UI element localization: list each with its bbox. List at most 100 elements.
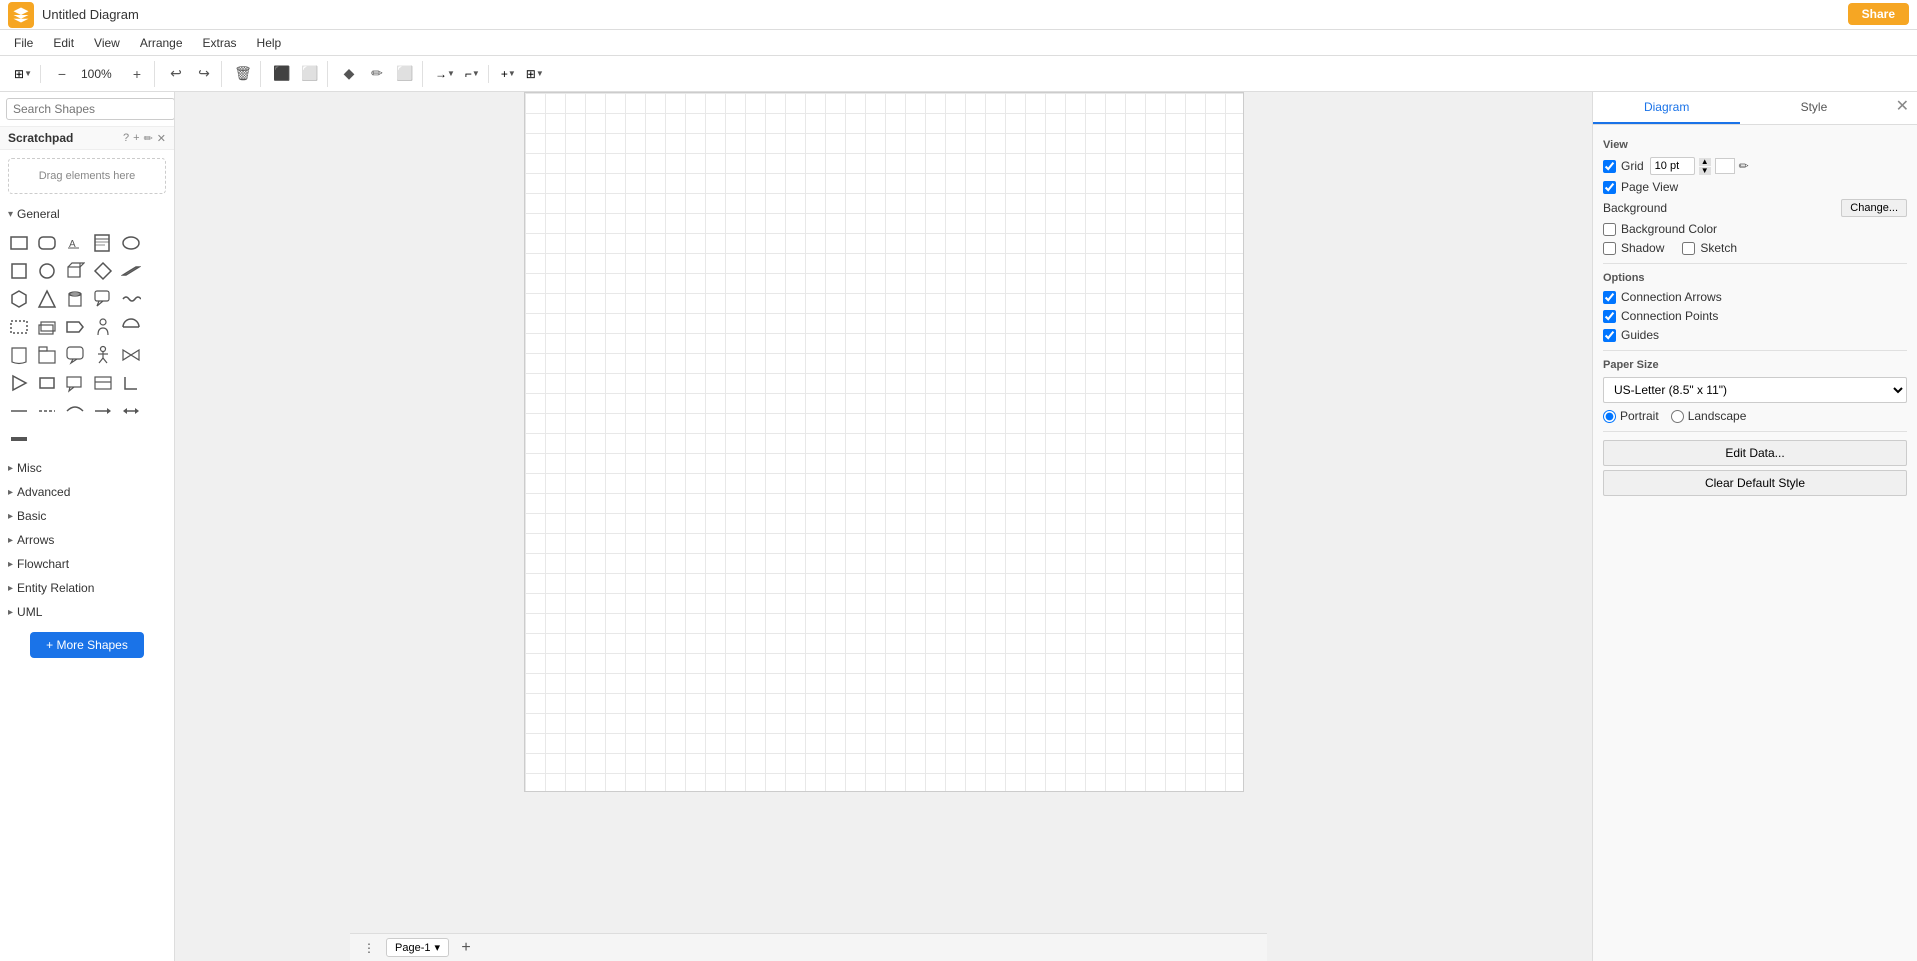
- connection-style-btn[interactable]: → ▼: [431, 65, 459, 83]
- tab-diagram[interactable]: Diagram: [1593, 92, 1740, 124]
- section-advanced[interactable]: ▸ Advanced: [0, 480, 174, 504]
- shape-text[interactable]: A: [62, 230, 88, 256]
- menu-extras[interactable]: Extras: [193, 34, 247, 52]
- waypoint-style-btn[interactable]: ⌐ ▼: [461, 65, 484, 83]
- portrait-radio[interactable]: [1603, 410, 1616, 423]
- fill-color-btn[interactable]: ◆: [336, 61, 362, 87]
- search-input[interactable]: [6, 98, 175, 120]
- shape-wave[interactable]: [118, 286, 144, 312]
- page-view-checkbox[interactable]: [1603, 181, 1616, 194]
- menu-file[interactable]: File: [4, 34, 43, 52]
- landscape-radio[interactable]: [1671, 410, 1684, 423]
- shape-cylinder[interactable]: [62, 286, 88, 312]
- shape-stick-man[interactable]: [90, 342, 116, 368]
- menu-edit[interactable]: Edit: [43, 34, 84, 52]
- shape-line[interactable]: [6, 398, 32, 424]
- zoom-out-btn[interactable]: −: [49, 61, 75, 87]
- shape-right-angle[interactable]: [118, 370, 144, 396]
- shape-half-circle[interactable]: [118, 314, 144, 340]
- shape-arrow-line[interactable]: [90, 398, 116, 424]
- grid-up-btn[interactable]: ▲: [1699, 158, 1711, 166]
- section-arrows[interactable]: ▸ Arrows: [0, 528, 174, 552]
- more-shapes-button[interactable]: + More Shapes: [30, 632, 144, 658]
- guides-checkbox[interactable]: [1603, 329, 1616, 342]
- connection-points-checkbox[interactable]: [1603, 310, 1616, 323]
- shape-callout-rect[interactable]: [62, 370, 88, 396]
- clear-default-style-btn[interactable]: Clear Default Style: [1603, 470, 1907, 496]
- section-flowchart[interactable]: ▸ Flowchart: [0, 552, 174, 576]
- section-general[interactable]: ▾ General: [0, 202, 174, 226]
- share-button[interactable]: Share: [1848, 3, 1909, 25]
- shape-square[interactable]: [6, 258, 32, 284]
- shape-3d-rect[interactable]: [62, 258, 88, 284]
- page-menu-btn[interactable]: ⋮: [358, 937, 380, 959]
- scratchpad-drop-area[interactable]: Drag elements here: [8, 158, 166, 194]
- scratchpad-add-icon[interactable]: +: [133, 132, 139, 144]
- connection-arrows-checkbox[interactable]: [1603, 291, 1616, 304]
- delete-btn[interactable]: 🗑: [230, 61, 256, 87]
- grid-size-input[interactable]: [1650, 157, 1695, 175]
- shape-stack[interactable]: [34, 314, 60, 340]
- shape-bow-tie[interactable]: [118, 342, 144, 368]
- undo-btn[interactable]: ↩: [163, 61, 189, 87]
- grid-checkbox[interactable]: [1603, 160, 1616, 173]
- shape-callout[interactable]: [90, 286, 116, 312]
- zoom-in-btn[interactable]: +: [124, 61, 150, 87]
- canvas-grid[interactable]: [524, 92, 1244, 792]
- shape-circle[interactable]: [34, 258, 60, 284]
- shape-hexagon[interactable]: [6, 286, 32, 312]
- section-basic[interactable]: ▸ Basic: [0, 504, 174, 528]
- shape-rounded-rect[interactable]: [34, 230, 60, 256]
- section-misc[interactable]: ▸ Misc: [0, 456, 174, 480]
- shape-diamond[interactable]: [90, 258, 116, 284]
- shape-parallelogram[interactable]: [118, 258, 144, 284]
- scratchpad-edit-icon[interactable]: ✏: [144, 132, 153, 145]
- shape-two-part[interactable]: [90, 370, 116, 396]
- edit-data-btn[interactable]: Edit Data...: [1603, 440, 1907, 466]
- redo-btn[interactable]: ↪: [191, 61, 217, 87]
- shape-thick-line[interactable]: [6, 426, 32, 452]
- page-tab[interactable]: Page-1 ▾: [386, 938, 449, 957]
- grid-color-box[interactable]: [1715, 158, 1735, 174]
- shape-double-arrow-line[interactable]: [118, 398, 144, 424]
- table-btn[interactable]: ⊞ ▼: [522, 65, 548, 83]
- shape-ellipse[interactable]: [118, 230, 144, 256]
- shape-note[interactable]: [90, 230, 116, 256]
- canvas-area[interactable]: [175, 92, 1592, 792]
- add-page-btn[interactable]: +: [455, 937, 477, 959]
- close-right-panel-btn[interactable]: ✕: [1888, 92, 1917, 124]
- scratchpad-help-icon[interactable]: ?: [123, 132, 129, 144]
- shape-speech-bubble[interactable]: [62, 342, 88, 368]
- shape-triangle-right[interactable]: [6, 370, 32, 396]
- insert-btn[interactable]: + ▼: [497, 65, 520, 83]
- background-color-checkbox[interactable]: [1603, 223, 1616, 236]
- menu-view[interactable]: View: [84, 34, 130, 52]
- section-uml[interactable]: ▸ UML: [0, 600, 174, 624]
- line-color-btn[interactable]: ✏: [364, 61, 390, 87]
- shape-document[interactable]: [6, 342, 32, 368]
- shape-curved-line[interactable]: [62, 398, 88, 424]
- menu-arrange[interactable]: Arrange: [130, 34, 193, 52]
- shape-rect-single[interactable]: [34, 370, 60, 396]
- scratchpad-close-icon[interactable]: ✕: [157, 132, 166, 145]
- bring-front-btn[interactable]: ⬛: [269, 61, 295, 87]
- shape-person[interactable]: [90, 314, 116, 340]
- shape-rect-outline[interactable]: [6, 314, 32, 340]
- background-change-btn[interactable]: Change...: [1841, 199, 1907, 217]
- shape-triangle[interactable]: [34, 286, 60, 312]
- send-back-btn[interactable]: ⬜: [297, 61, 323, 87]
- paper-size-select[interactable]: US-Letter (8.5" x 11") A4 (210 x 297 mm)…: [1603, 377, 1907, 403]
- view-toggle-btn[interactable]: ⊞ ▼: [10, 65, 36, 83]
- shape-dashed-line[interactable]: [34, 398, 60, 424]
- tab-style[interactable]: Style: [1740, 92, 1887, 124]
- section-entity-relation[interactable]: ▸ Entity Relation: [0, 576, 174, 600]
- zoom-level[interactable]: 100%: [77, 65, 122, 83]
- sketch-checkbox[interactable]: [1682, 242, 1695, 255]
- grid-color-edit-icon[interactable]: ✏: [1739, 159, 1749, 173]
- shadow-btn[interactable]: ⬜: [392, 61, 418, 87]
- shape-pentagon-arrow[interactable]: [62, 314, 88, 340]
- shape-tab[interactable]: [34, 342, 60, 368]
- grid-down-btn[interactable]: ▼: [1699, 167, 1711, 175]
- shape-rectangle[interactable]: [6, 230, 32, 256]
- menu-help[interactable]: Help: [247, 34, 292, 52]
